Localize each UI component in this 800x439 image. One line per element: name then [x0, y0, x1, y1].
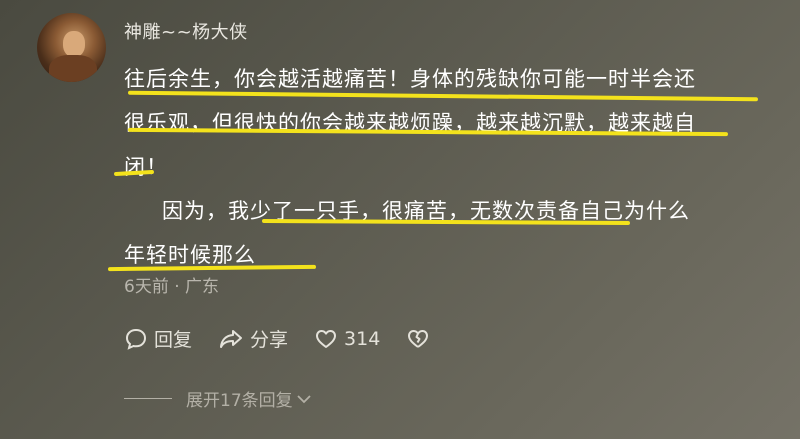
comment-line-2: 很乐观，但很快的你会越来越烦躁，越来越沉默，越来越自: [124, 111, 696, 135]
username[interactable]: 神雕~~杨大侠: [124, 18, 248, 44]
avatar[interactable]: [37, 13, 106, 82]
comment-line-5: 年轻时候那么: [124, 243, 256, 267]
comment-text: 往后余生，你会越活越痛苦！身体的残缺你可能一时半会还 很乐观，但很快的你会越来越…: [124, 57, 784, 277]
share-label: 分享: [250, 329, 289, 351]
share-button[interactable]: 分享: [218, 325, 288, 352]
share-icon: [220, 329, 243, 348]
like-count: 314: [344, 327, 381, 350]
broken-heart-icon: [408, 329, 429, 348]
reply-icon: [125, 328, 147, 350]
comment-actions: 回复 分享 314: [124, 325, 462, 352]
comment-meta: 6天前 · 广东: [124, 277, 220, 297]
avatar-face: [63, 31, 85, 57]
dislike-button[interactable]: [406, 327, 436, 351]
reply-label: 回复: [154, 329, 193, 351]
divider: [124, 398, 172, 399]
chevron-down-icon: [297, 394, 311, 403]
avatar-robe: [49, 55, 97, 82]
comment-line-4: 因为，我少了一只手，很痛苦，无数次责备自己为什么: [162, 199, 690, 223]
heart-icon: [316, 329, 337, 348]
expand-replies-label: 展开17条回复: [186, 391, 293, 411]
expand-replies-button[interactable]: 展开17条回复: [124, 386, 313, 411]
comment-line-3: 闭！: [124, 155, 168, 179]
like-button[interactable]: 314: [314, 327, 380, 351]
reply-button[interactable]: 回复: [124, 325, 192, 352]
